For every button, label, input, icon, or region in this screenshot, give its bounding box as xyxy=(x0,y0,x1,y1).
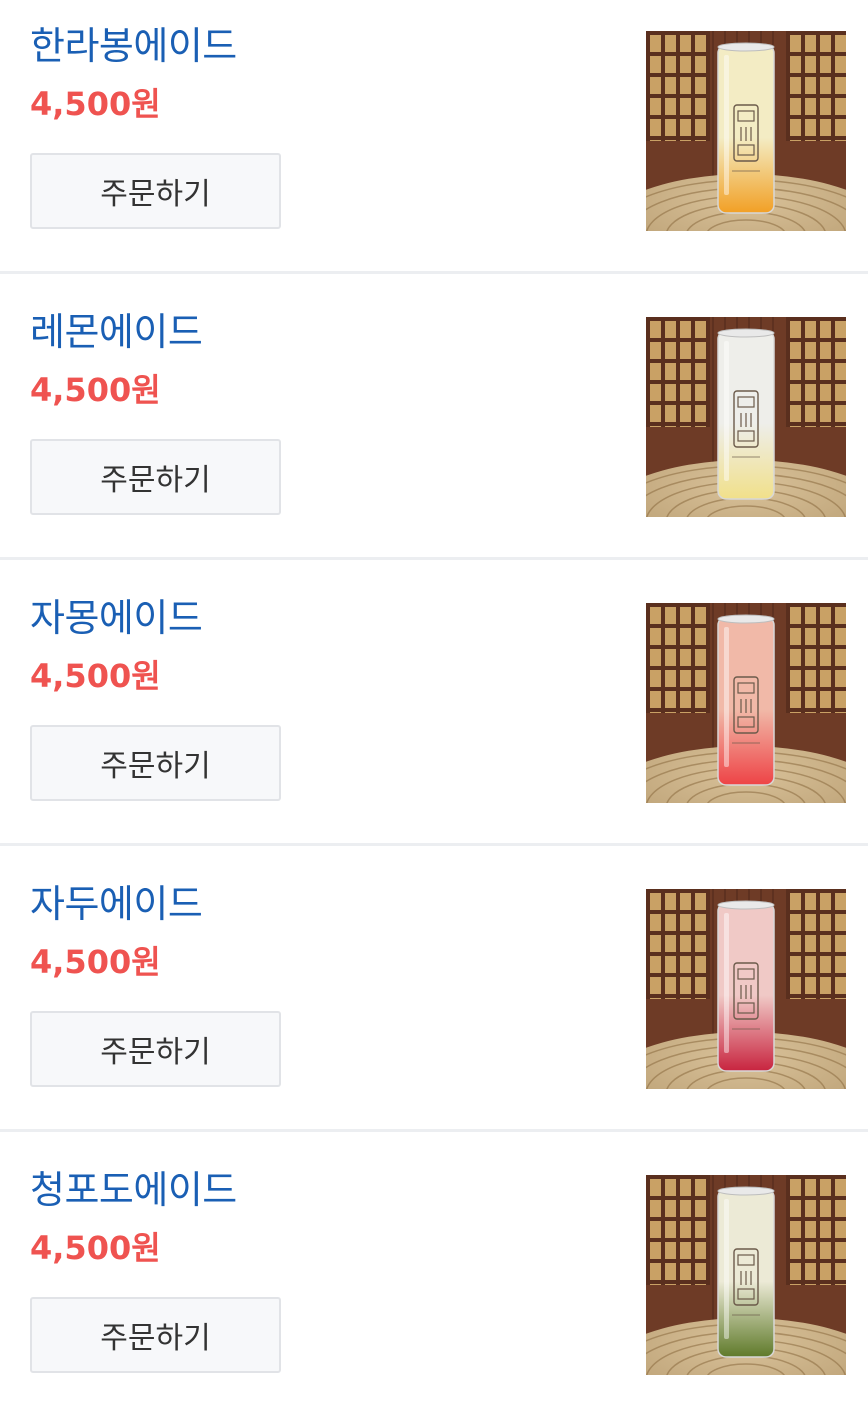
menu-item-name: 자두에이드 xyxy=(30,882,203,926)
drink-photo[interactable] xyxy=(646,317,846,517)
order-button[interactable]: 주문하기 xyxy=(30,1011,281,1087)
order-button[interactable]: 주문하기 xyxy=(30,439,281,515)
menu-item-price: 4,500원 xyxy=(30,943,161,981)
drink-photo[interactable] xyxy=(646,603,846,803)
drink-photo[interactable] xyxy=(646,31,846,231)
order-button[interactable]: 주문하기 xyxy=(30,1297,281,1373)
order-button[interactable]: 주문하기 xyxy=(30,153,281,229)
drink-photo-svg xyxy=(646,31,846,231)
drink-photo-svg xyxy=(646,889,846,1089)
divider xyxy=(0,843,868,846)
drink-photo-svg xyxy=(646,317,846,517)
drink-photo-svg xyxy=(646,603,846,803)
menu-item[interactable]: 레몬에이드 4,500원 주문하기 xyxy=(0,286,868,560)
menu-item[interactable]: 청포도에이드 4,500원 주문하기 xyxy=(0,1144,868,1416)
menu-item-price: 4,500원 xyxy=(30,657,161,695)
menu-item-name: 한라봉에이드 xyxy=(30,24,237,68)
divider xyxy=(0,557,868,560)
order-button[interactable]: 주문하기 xyxy=(30,725,281,801)
drink-photo[interactable] xyxy=(646,1175,846,1375)
drink-photo[interactable] xyxy=(646,889,846,1089)
menu-item[interactable]: 자두에이드 4,500원 주문하기 xyxy=(0,858,868,1132)
divider xyxy=(0,1129,868,1132)
menu-item-price: 4,500원 xyxy=(30,85,161,123)
menu-item[interactable]: 자몽에이드 4,500원 주문하기 xyxy=(0,572,868,846)
menu-item-name: 청포도에이드 xyxy=(30,1168,237,1212)
menu-item-name: 레몬에이드 xyxy=(30,310,203,354)
menu-item[interactable]: 한라봉에이드 4,500원 주문하기 xyxy=(0,0,868,274)
menu-item-price: 4,500원 xyxy=(30,1229,161,1267)
menu-item-price: 4,500원 xyxy=(30,371,161,409)
menu-item-name: 자몽에이드 xyxy=(30,596,203,640)
drink-photo-svg xyxy=(646,1175,846,1375)
divider xyxy=(0,271,868,274)
